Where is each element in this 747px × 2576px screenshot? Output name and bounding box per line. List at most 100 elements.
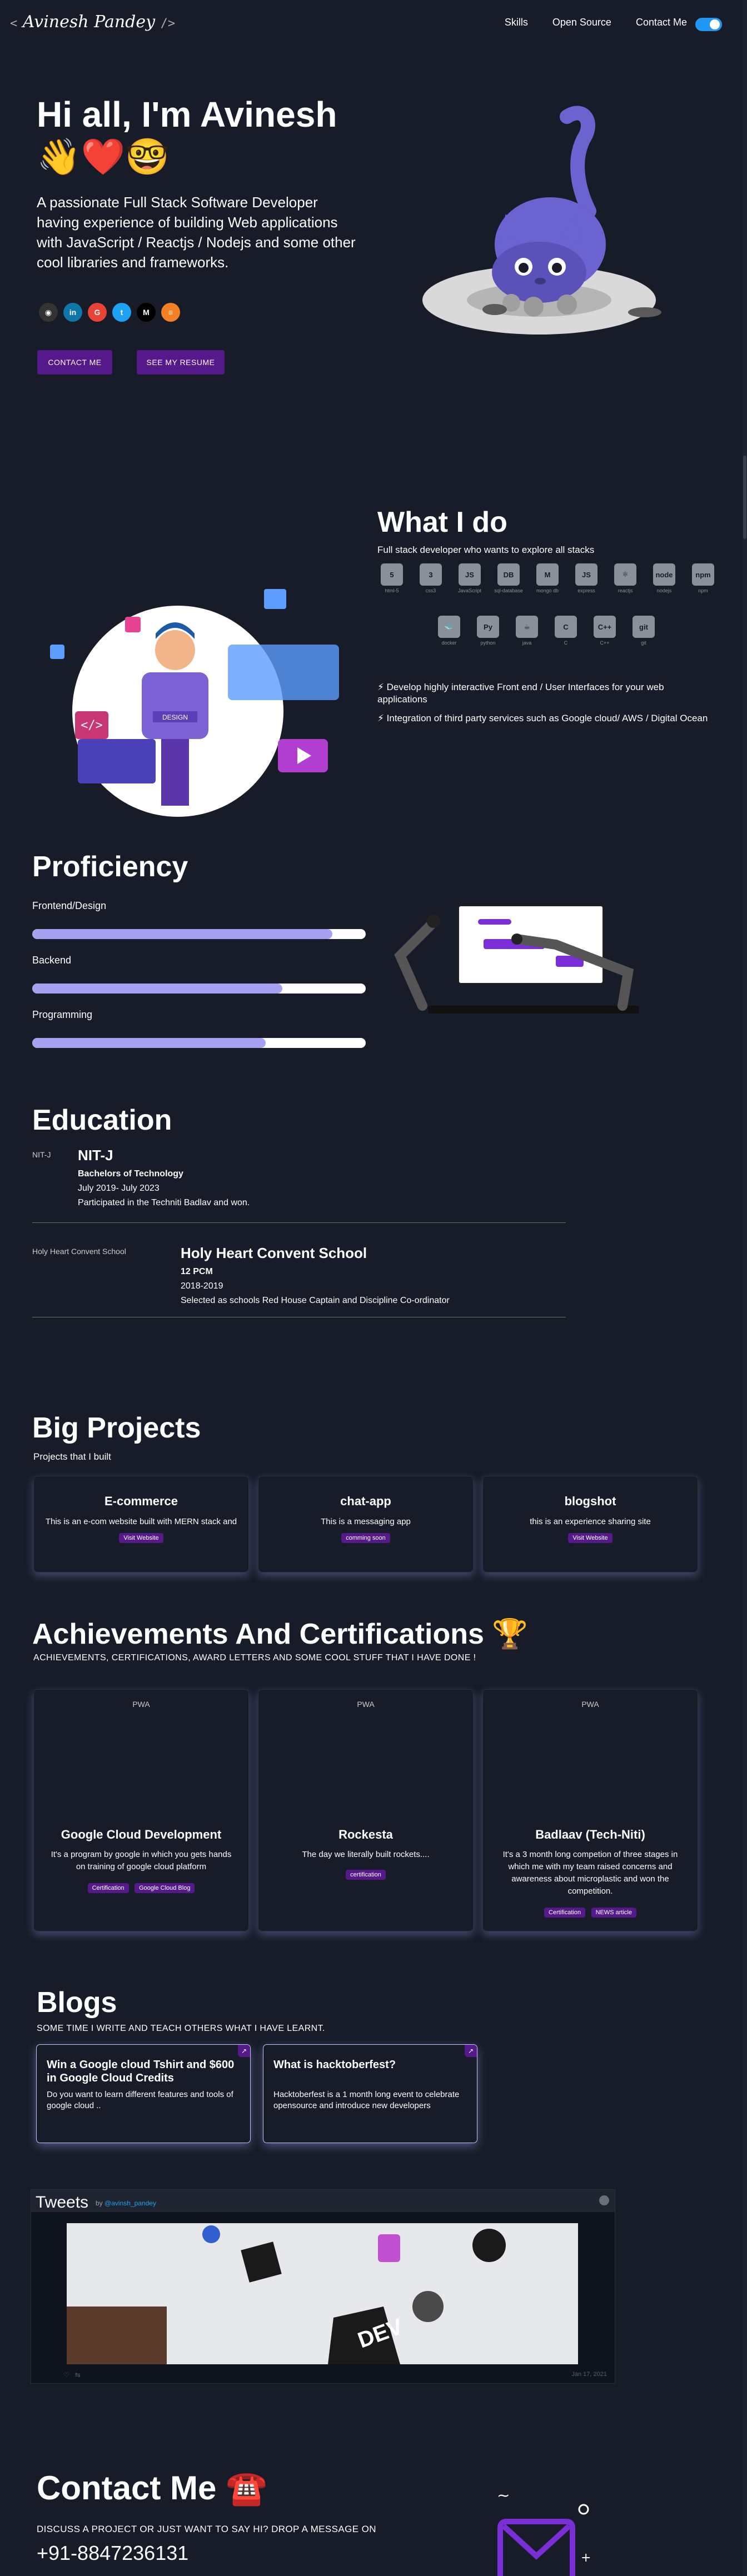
skill-label: sql-database bbox=[494, 588, 523, 593]
robot-arm-illustration bbox=[394, 905, 639, 1014]
skill-label: C bbox=[564, 640, 568, 646]
skill-item: Mmongo db bbox=[533, 563, 562, 593]
skill-label: JavaScript bbox=[457, 588, 482, 593]
github-icon[interactable]: ◉ bbox=[39, 303, 58, 322]
skill-item: ☕ java bbox=[512, 616, 541, 646]
project-card[interactable]: blogshot this is an experience sharing s… bbox=[482, 1476, 698, 1572]
school-logo: NIT-J bbox=[32, 1150, 51, 1159]
contact-me-button[interactable]: CONTACT ME bbox=[37, 350, 112, 375]
project-desc: this is an experience sharing site bbox=[530, 1517, 651, 1526]
skills-icons-row-2: 🐳 docker Py python ☕ java C C C++ C++ git git bbox=[435, 616, 658, 646]
achievement-link[interactable]: Certification bbox=[544, 1908, 586, 1918]
stickers-photo: DEV bbox=[67, 2223, 578, 2364]
achievement-name: Google Cloud Development bbox=[61, 1828, 222, 1841]
git-icon: git bbox=[633, 616, 655, 638]
achievement-image: PWA bbox=[357, 1700, 375, 1709]
scrollbar-track[interactable] bbox=[743, 0, 747, 2576]
npm-icon: npm bbox=[692, 563, 714, 586]
skill-item: C++ C++ bbox=[590, 616, 619, 646]
achievement-link[interactable]: Google Cloud Blog bbox=[135, 1883, 195, 1893]
achievement-desc: It's a 3 month long competion of three s… bbox=[502, 1850, 678, 1896]
medium-icon[interactable]: M bbox=[137, 303, 156, 322]
cpp-icon: C++ bbox=[594, 616, 616, 638]
skill-label: css3 bbox=[425, 588, 436, 593]
express-icon: JS bbox=[575, 563, 597, 586]
school-duration: 2018-2019 bbox=[181, 1281, 223, 1291]
progress-fill bbox=[32, 1038, 266, 1048]
blog-card[interactable]: ↗ What is hacktoberfest? Hacktoberfest i… bbox=[263, 2045, 477, 2143]
info-icon[interactable] bbox=[599, 2195, 609, 2205]
skills-icons-row-1: 5 html-5 3 css3 JS JavaScript DB sql-database Mm… bbox=[377, 563, 718, 593]
blog-card[interactable]: ↗ Win a Google cloud Tshirt and $600 in … bbox=[37, 2045, 250, 2143]
progress-label: Backend bbox=[32, 955, 72, 966]
achievements-subtitle: ACHIEVEMENTS, CERTIFICATIONS, AWARD LETT… bbox=[33, 1653, 476, 1663]
blogs-title: Blogs bbox=[37, 1986, 117, 2019]
nav-contact-me[interactable]: Contact Me bbox=[636, 17, 687, 28]
project-link[interactable]: comming soon bbox=[341, 1533, 390, 1543]
progress-fill bbox=[32, 929, 332, 939]
project-link[interactable]: Visit Website bbox=[568, 1533, 612, 1543]
timeline-by: by @avinsh_pandey bbox=[96, 2199, 156, 2207]
theme-toggle[interactable] bbox=[695, 18, 722, 31]
skill-line: ⚡ Integration of third party services su… bbox=[377, 713, 708, 723]
logo[interactable]: < Avinesh Pandey /> bbox=[10, 12, 175, 32]
nav-skills[interactable]: Skills bbox=[505, 17, 528, 28]
svg-text:~: ~ bbox=[497, 2486, 510, 2504]
greeting-subtitle: A passionate Full Stack Software Develop… bbox=[37, 194, 356, 271]
achievement-desc: The day we literally built rockets.... bbox=[302, 1850, 430, 1859]
projects-title: Big Projects bbox=[32, 1412, 201, 1444]
achievement-tags: Certification NEWS article bbox=[483, 1902, 698, 1918]
skill-label: python bbox=[480, 640, 496, 646]
toggle-knob bbox=[710, 19, 720, 29]
achievement-link[interactable]: certification bbox=[346, 1870, 386, 1880]
achievement-card: PWA Google Cloud Development It's a prog… bbox=[33, 1689, 249, 1931]
react-icon: ⚛ bbox=[614, 563, 636, 586]
project-card[interactable]: chat-app This is a messaging app comming… bbox=[258, 1476, 474, 1572]
school-desc: Selected as schools Red House Captain an… bbox=[181, 1296, 450, 1305]
arrow-icon: ↗ bbox=[465, 2045, 477, 2057]
school-degree: Bachelors of Technology bbox=[78, 1169, 183, 1179]
achievement-link[interactable]: NEWS article bbox=[591, 1908, 636, 1918]
nodejs-icon: node bbox=[653, 563, 675, 586]
twitter-timeline[interactable]: Tweets by @avinsh_pandey DEV ♡ ⇆ Jan 17,… bbox=[31, 2189, 615, 2384]
school-desc: Participated in the Techniti Badlav and … bbox=[78, 1198, 250, 1207]
progress-label: Frontend/Design bbox=[32, 900, 107, 911]
contact-phone[interactable]: +91-8847236131 bbox=[37, 2542, 188, 2565]
docker-icon: 🐳 bbox=[438, 616, 460, 638]
skill-label: C++ bbox=[600, 640, 610, 646]
tweet-date[interactable]: Jan 17, 2021 bbox=[571, 2371, 607, 2378]
achievement-card: PWA Badlaav (Tech-Niti) It's a 3 month l… bbox=[482, 1689, 698, 1931]
skill-label: reactjs bbox=[617, 588, 633, 593]
achievement-link[interactable]: Certification bbox=[87, 1883, 129, 1893]
twitter-icon[interactable]: t bbox=[112, 303, 131, 322]
achievement-image: PWA bbox=[581, 1700, 599, 1709]
skill-item: CC bbox=[551, 616, 580, 646]
see-resume-button[interactable]: SEE MY RESUME bbox=[137, 350, 225, 375]
contact-title: Contact Me ☎️ bbox=[37, 2469, 267, 2507]
skill-item: npm npm bbox=[689, 563, 718, 593]
skill-item: node nodejs bbox=[650, 563, 679, 593]
logo-name: Avinesh Pandey bbox=[22, 12, 156, 32]
linkedin-icon[interactable]: in bbox=[63, 303, 82, 322]
school-logo: Holy Heart Convent School bbox=[32, 1247, 126, 1256]
python-icon: Py bbox=[477, 616, 499, 638]
project-link[interactable]: Visit Website bbox=[119, 1533, 163, 1543]
tweet-image[interactable]: DEV bbox=[67, 2223, 578, 2364]
nav-open-source[interactable]: Open Source bbox=[552, 17, 611, 28]
google-icon[interactable]: G bbox=[88, 303, 107, 322]
skill-label: mongo db bbox=[536, 588, 559, 593]
skill-item: 🐳 docker bbox=[435, 616, 464, 646]
project-card[interactable]: E-commerce This is an e-com website buil… bbox=[33, 1476, 249, 1572]
achievements-title: Achievements And Certifications 🏆 bbox=[32, 1618, 529, 1650]
progress-label: Programming bbox=[32, 1009, 93, 1020]
project-desc: This is a messaging app bbox=[321, 1517, 411, 1526]
twitter-handle[interactable]: @avinsh_pandey bbox=[104, 2199, 156, 2207]
blog-desc: Hacktoberfest is a 1 month long event to… bbox=[273, 2090, 460, 2110]
scrollbar-thumb[interactable] bbox=[743, 456, 746, 539]
skill-label: docker bbox=[441, 640, 457, 646]
progress-bar-backend bbox=[32, 984, 366, 994]
stackoverflow-icon[interactable]: ≡ bbox=[161, 303, 180, 322]
skills-title: What I do bbox=[377, 506, 507, 538]
c-icon: C bbox=[555, 616, 577, 638]
skill-item: Py python bbox=[474, 616, 502, 646]
